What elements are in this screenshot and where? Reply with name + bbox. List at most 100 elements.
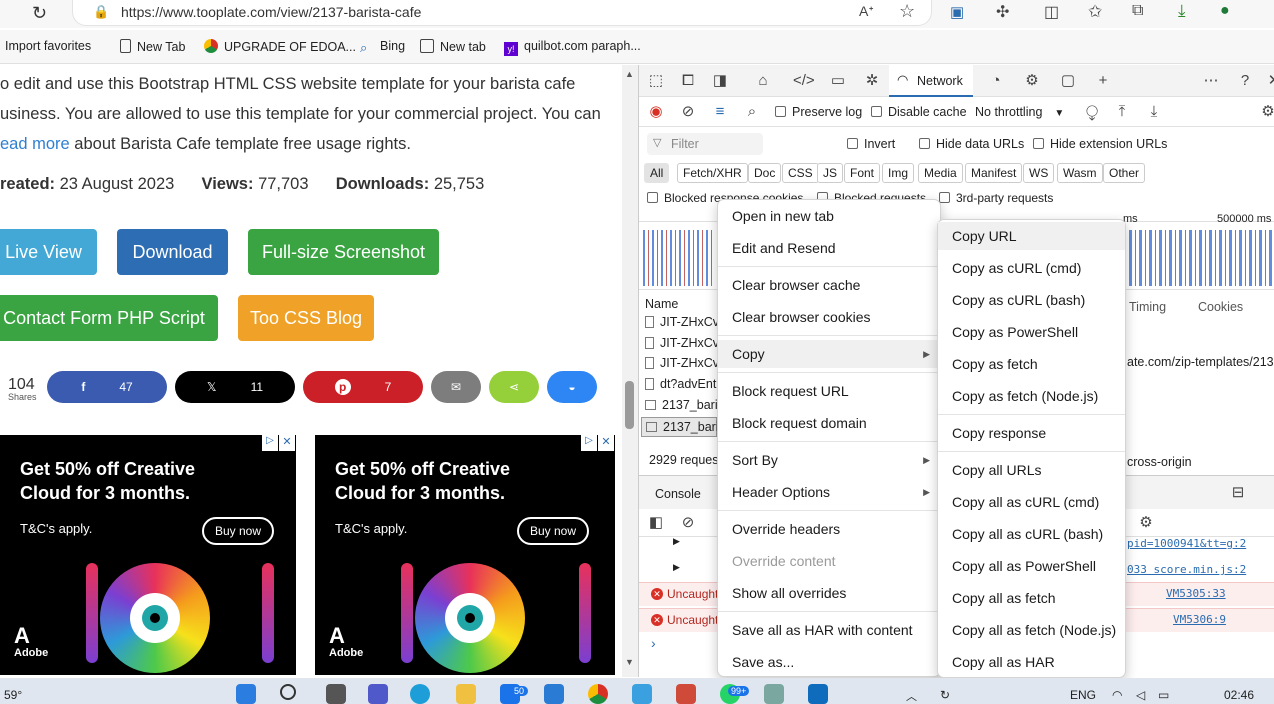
request-row-selected[interactable]: 2137_baris — [641, 417, 725, 437]
extension-icon[interactable]: ▣ — [950, 3, 964, 21]
ad-close-icon[interactable]: ✕ — [598, 435, 614, 451]
pinterest-share-button[interactable]: p7 — [303, 371, 423, 403]
menu-copy-all-as-fetch-nodejs[interactable]: Copy all as fetch (Node.js) — [938, 616, 1125, 644]
menu-copy-as-curl-cmd[interactable]: Copy as cURL (cmd) — [938, 254, 1125, 282]
device-emulation-icon[interactable]: ⧠ — [679, 72, 697, 90]
sync-icon[interactable]: ↻ — [940, 688, 950, 702]
tab-cookies[interactable]: Cookies — [1198, 300, 1243, 314]
filter-input[interactable]: ▽ Filter — [647, 133, 763, 155]
read-aloud-icon[interactable]: Aᐩ — [859, 3, 874, 20]
tab-console[interactable]: Console — [655, 487, 701, 501]
menu-save-all-as-har[interactable]: Save all as HAR with content — [718, 616, 940, 644]
chip-fetch-xhr[interactable]: Fetch/XHR — [677, 163, 748, 183]
filter-toggle-icon[interactable]: ≡ — [711, 103, 729, 121]
console-sidebar-icon[interactable]: ◧ — [647, 514, 665, 532]
search-icon[interactable]: ⌕ — [743, 103, 761, 121]
tab-network[interactable]: ◠ Network — [889, 65, 973, 97]
live-view-button[interactable]: Live View — [0, 229, 97, 275]
sharethis-button[interactable]: ⋖ — [489, 371, 539, 403]
dock-drawer-icon[interactable]: ⊟ — [1229, 484, 1247, 502]
x-share-button[interactable]: 𝕏 11 — [175, 371, 295, 403]
teams-icon[interactable] — [368, 684, 388, 704]
tab-timing[interactable]: Timing — [1129, 300, 1166, 314]
record-stop-icon[interactable]: ◉ — [647, 103, 665, 121]
sources-bug-icon[interactable]: ✲ — [863, 72, 881, 90]
hide-extension-urls-checkbox[interactable]: Hide extension URLs — [1033, 137, 1167, 151]
scroll-up-arrow-icon[interactable]: ▲ — [625, 69, 634, 79]
adchoices-icon[interactable]: ▷ — [581, 435, 597, 451]
menu-header-options[interactable]: Header Options ▶ — [718, 478, 940, 506]
wifi-icon[interactable]: ◠ — [1112, 688, 1122, 702]
invert-checkbox[interactable]: Invert — [847, 137, 895, 151]
console-prompt-icon[interactable]: › — [651, 635, 656, 651]
menu-edit-and-resend[interactable]: Edit and Resend — [718, 234, 940, 262]
chevron-up-icon[interactable]: ︿ — [906, 688, 917, 704]
performance-icon[interactable]: ◔ — [987, 72, 1005, 90]
menu-copy-url[interactable]: Copy URL — [938, 222, 1125, 250]
chip-font[interactable]: Font — [844, 163, 881, 183]
email-share-button[interactable]: ✉ — [431, 371, 481, 403]
chip-media[interactable]: Media — [918, 163, 963, 183]
split-screen-icon[interactable]: ◫ — [1044, 2, 1059, 22]
menu-copy-all-as-powershell[interactable]: Copy all as PowerShell — [938, 552, 1125, 580]
chip-img[interactable]: Img — [882, 163, 915, 183]
weather-temperature[interactable]: 59° — [4, 688, 22, 702]
error-source-link[interactable]: VM5306:9 — [1173, 613, 1226, 626]
scroll-down-arrow-icon[interactable]: ▼ — [625, 657, 634, 667]
menu-open-in-new-tab[interactable]: Open in new tab — [718, 202, 940, 230]
language-indicator[interactable]: ENG — [1070, 688, 1096, 702]
third-party-checkbox[interactable]: 3rd-party requests — [939, 191, 1053, 205]
expand-arrow-icon[interactable]: ▶ — [673, 562, 680, 573]
bookmark-new-tab-2[interactable]: New tab — [420, 39, 486, 54]
preserve-log-checkbox[interactable]: Preserve log — [775, 105, 862, 119]
favorite-star-icon[interactable]: ☆ — [899, 1, 915, 22]
app-icon[interactable] — [764, 684, 784, 704]
throttling-select[interactable]: No throttling ▼ — [975, 105, 1064, 119]
menu-show-all-overrides[interactable]: Show all overrides — [718, 579, 940, 607]
favorites-icon[interactable]: ✩ — [1088, 2, 1102, 22]
downloads-icon[interactable]: ⤓ — [1178, 1, 1186, 21]
page-scrollbar[interactable]: ▲ ▼ — [622, 65, 638, 677]
chip-js[interactable]: JS — [817, 163, 844, 183]
file-explorer-icon[interactable] — [456, 684, 476, 704]
memory-gear-icon[interactable]: ⚙ — [1023, 72, 1041, 90]
advertisement-1[interactable]: ▷ ✕ Get 50% off Creative Cloud for 3 mont… — [0, 435, 296, 675]
name-column-header[interactable]: Name — [645, 297, 678, 311]
chip-other[interactable]: Other — [1103, 163, 1146, 183]
request-row[interactable]: JIT-ZHxCv8 — [645, 336, 726, 350]
task-view-icon[interactable] — [326, 684, 346, 704]
bookmark-new-tab[interactable]: New Tab — [120, 39, 185, 54]
refresh-icon[interactable]: ↻ — [32, 3, 47, 24]
menu-copy[interactable]: Copy ▶ — [718, 340, 940, 368]
menu-copy-all-as-curl-cmd[interactable]: Copy all as cURL (cmd) — [938, 488, 1125, 516]
menu-copy-all-as-har[interactable]: Copy all as HAR — [938, 648, 1125, 676]
ad-close-icon[interactable]: ✕ — [279, 435, 295, 451]
adchoices-icon[interactable]: ▷ — [262, 435, 278, 451]
menu-block-request-domain[interactable]: Block request domain — [718, 409, 940, 437]
clear-icon[interactable]: ⊘ — [679, 103, 697, 121]
full-size-screenshot-button[interactable]: Full-size Screenshot — [248, 229, 439, 275]
menu-copy-as-fetch[interactable]: Copy as fetch — [938, 350, 1125, 378]
request-row[interactable]: JIT-ZHxCv8 — [645, 356, 726, 370]
bookmark-bing[interactable]: ⌕ Bing — [360, 39, 405, 55]
menu-sort-by[interactable]: Sort By ▶ — [718, 446, 940, 474]
lock-icon[interactable]: 🔒 — [93, 4, 109, 20]
advertisement-2[interactable]: ▷ ✕ Get 50% off Creative Cloud for 3 mont… — [315, 435, 615, 675]
chip-manifest[interactable]: Manifest — [965, 163, 1023, 183]
outlook-icon[interactable] — [808, 684, 828, 704]
expand-arrow-icon[interactable]: ▶ — [673, 536, 680, 547]
volume-icon[interactable]: ◁ — [1136, 688, 1145, 702]
scroll-thumb[interactable] — [625, 381, 634, 429]
menu-copy-all-as-fetch[interactable]: Copy all as fetch — [938, 584, 1125, 612]
chip-ws[interactable]: WS — [1023, 163, 1055, 183]
menu-override-headers[interactable]: Override headers — [718, 515, 940, 543]
chip-css[interactable]: CSS — [782, 163, 819, 183]
request-row[interactable]: 2137_baris — [645, 398, 724, 412]
inspect-icon[interactable]: ⬚ — [647, 72, 665, 90]
elements-icon[interactable]: </> — [793, 72, 815, 90]
ad-buy-now-button[interactable]: Buy now — [517, 517, 589, 545]
windows-start-icon[interactable] — [236, 684, 256, 704]
menu-copy-all-as-curl-bash[interactable]: Copy all as cURL (bash) — [938, 520, 1125, 548]
menu-clear-browser-cookies[interactable]: Clear browser cookies — [718, 303, 940, 331]
hide-data-urls-checkbox[interactable]: Hide data URLs — [919, 137, 1024, 151]
